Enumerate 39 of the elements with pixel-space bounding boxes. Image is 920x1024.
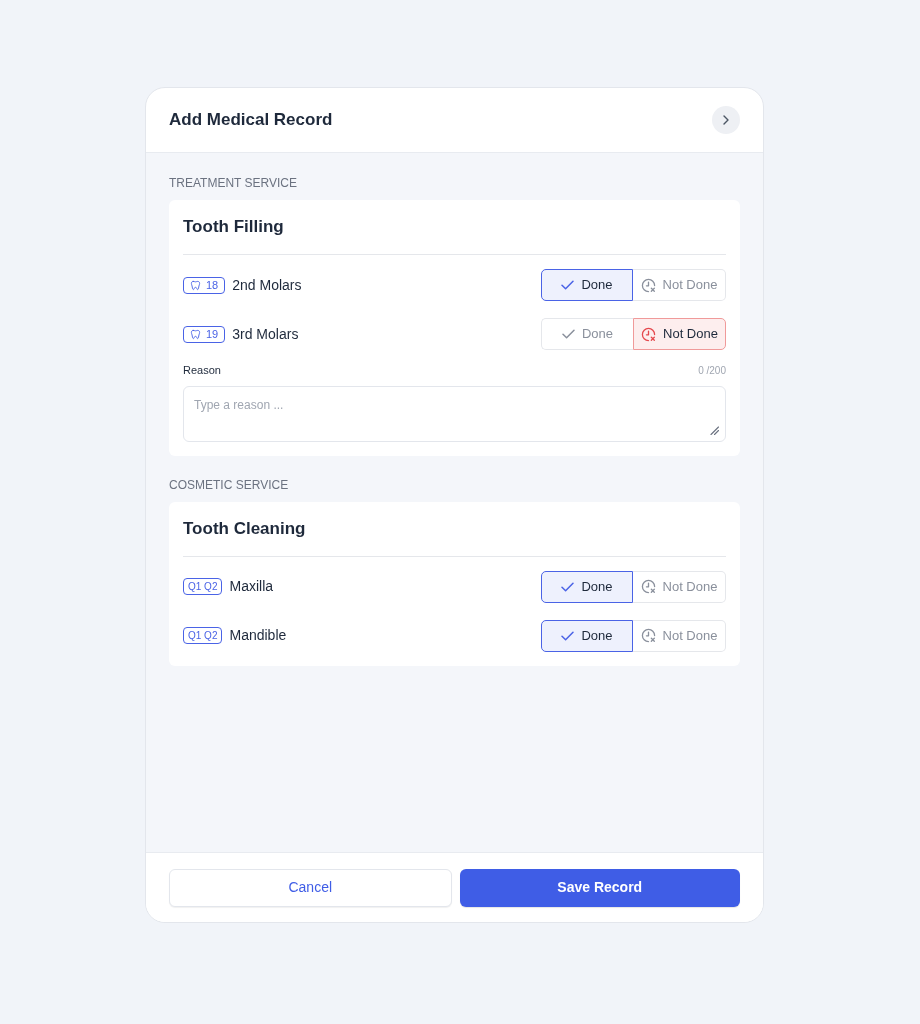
tooth-number: 18 (206, 279, 219, 291)
not-done-toggle[interactable]: Not Done (633, 570, 726, 603)
quadrant-badge: Q1 Q2 (183, 578, 223, 595)
tooth-group-name: 3rd Molars (232, 324, 299, 344)
tooth-icon (190, 328, 201, 340)
clock-x-icon (640, 628, 656, 643)
service-title: Tooth Filling (183, 216, 284, 238)
quadrant-badge: Q1 Q2 (183, 627, 223, 644)
chevron-right-button[interactable] (712, 106, 740, 134)
not-done-toggle[interactable]: Not Done (633, 619, 726, 652)
not-done-toggle[interactable]: Not Done (633, 318, 726, 350)
check-icon (561, 329, 575, 339)
clock-x-icon (640, 277, 656, 293)
cancel-button[interactable]: Cancel (169, 868, 452, 907)
done-toggle[interactable]: Done (541, 269, 633, 301)
dialog-title: Add Medical Record (169, 109, 333, 132)
save-record-button[interactable]: Save Record (459, 868, 740, 907)
section-label: COSMETIC SERVICE (169, 476, 289, 493)
check-icon (561, 280, 575, 290)
not-done-toggle[interactable]: Not Done (633, 269, 726, 301)
check-icon (561, 630, 575, 641)
reason-field[interactable]: Type a reason ... (183, 385, 726, 442)
character-counter: 0 /200 (698, 363, 726, 378)
tooth-icon (190, 279, 201, 291)
tooth-group-name: 2nd Molars (232, 275, 302, 295)
reason-label: Reason (183, 363, 221, 378)
tooth-number: 19 (206, 328, 219, 340)
service-title: Tooth Cleaning (183, 517, 306, 540)
section-label: TREATMENT SERVICE (169, 175, 298, 191)
check-icon (561, 581, 575, 592)
clock-x-icon (641, 326, 657, 342)
tooth-group-name: Mandible (229, 626, 287, 645)
tooth-group-name: Maxilla (229, 577, 274, 596)
done-toggle[interactable]: Done (541, 318, 633, 350)
done-toggle[interactable]: Done (541, 570, 633, 603)
clock-x-icon (640, 579, 656, 594)
resize-grip-icon[interactable] (710, 425, 719, 435)
done-toggle[interactable]: Done (541, 619, 633, 652)
chevron-right-icon (723, 115, 729, 125)
